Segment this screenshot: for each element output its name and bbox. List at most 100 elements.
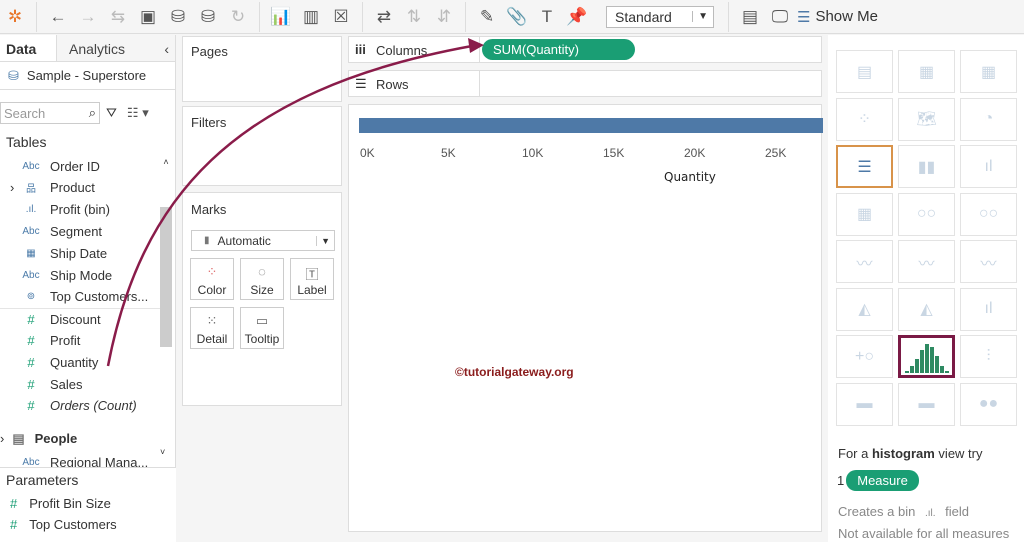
stacked-bars-thumbnail[interactable]: ▮▮ <box>898 145 955 188</box>
quantity-bar[interactable] <box>359 118 823 133</box>
size-button[interactable]: ◌ Size <box>240 258 284 300</box>
collapse-icon[interactable]: ‹ <box>164 41 169 57</box>
detail-button[interactable]: ⁙ Detail <box>190 307 234 349</box>
parameter-item[interactable]: # Profit Bin Size <box>0 492 176 515</box>
label-icon[interactable]: T <box>534 4 560 30</box>
sort-asc-icon[interactable]: ⇅ <box>401 4 427 30</box>
swap-icon[interactable]: ⇄ <box>371 4 397 30</box>
gantt-chart-thumbnail[interactable]: ▬ <box>836 382 893 426</box>
field-item[interactable]: Abc Order ID <box>0 155 160 177</box>
color-button[interactable]: ⁘ Color <box>190 258 234 300</box>
search-placeholder: Search <box>4 105 46 121</box>
show-me-button[interactable]: ☰ Show Me <box>797 8 878 26</box>
scrollbar[interactable]: ˄ ˅ <box>160 157 172 457</box>
area-discrete-thumbnail[interactable]: ◭ <box>898 287 955 331</box>
box-plot-thumbnail[interactable]: ⫶ <box>960 335 1017 378</box>
view-canvas[interactable]: 0K 5K 10K 15K 20K 25K Quantity ©tutorialgatew… <box>348 104 823 532</box>
measure-count: 1 <box>837 473 845 488</box>
pin-icon[interactable]: 📌 <box>564 4 590 30</box>
not-available-text: Not available for all measures <box>838 526 1010 541</box>
treemap-icon: ▦ <box>856 206 873 223</box>
label-button[interactable]: 🅃 Label <box>290 258 334 300</box>
refresh-icon[interactable]: ↻ <box>225 4 251 30</box>
field-item[interactable]: Abc Segment <box>0 220 160 242</box>
tableau-logo-icon[interactable]: ✲ <box>2 4 28 30</box>
field-item[interactable]: # Discount <box>0 307 160 330</box>
datasource[interactable]: ⛁ Sample - Superstore <box>0 62 175 90</box>
columns-icon: iii <box>355 42 366 57</box>
replay-icon[interactable]: ⇆ <box>105 4 131 30</box>
mark-type-select[interactable]: ▮ Automatic ▼ <box>191 230 335 251</box>
scatter-plot-thumbnail[interactable]: +○ <box>836 335 893 378</box>
histogram-bar <box>914 358 919 374</box>
detail-icon: ⁙ <box>206 313 218 328</box>
packed-bubbles-thumbnail[interactable]: ●● <box>960 382 1017 426</box>
field-item[interactable]: # Quantity <box>0 351 160 373</box>
string-icon: Abc <box>22 225 40 237</box>
histogram-thumbnail[interactable] <box>898 335 955 378</box>
bullet-graph-thumbnail[interactable]: ▬ <box>898 382 955 426</box>
parameter-item[interactable]: # Top Customers <box>0 515 176 534</box>
save-icon[interactable]: ▣ <box>135 4 161 30</box>
table-people[interactable]: › ▤ People <box>0 431 77 447</box>
histogram-bar <box>934 355 939 374</box>
filter-icon[interactable]: ⛛ <box>106 105 117 121</box>
filters-card[interactable]: Filters <box>182 106 342 186</box>
field-item[interactable]: › 品 Product <box>0 177 160 199</box>
histogram-bar <box>944 370 949 374</box>
field-item[interactable]: ⊚ Top Customers... <box>0 286 160 308</box>
pause-updates-icon[interactable]: ⛁ <box>195 4 221 30</box>
circle-views-thumbnail[interactable]: ○○ <box>898 192 955 236</box>
clear-sheet-icon[interactable]: ☒ <box>328 4 354 30</box>
field-item[interactable]: # Orders (Count) <box>0 395 160 417</box>
dual-lines-thumbnail[interactable]: 〰 <box>960 240 1017 283</box>
filled-map-thumbnail[interactable]: 🗺 <box>898 97 955 141</box>
sum-quantity-pill[interactable]: SUM(Quantity) <box>482 39 635 60</box>
tab-data[interactable]: Data <box>0 35 56 61</box>
pie-chart-thumbnail[interactable]: ◔ <box>960 97 1017 141</box>
bar-icon: ▮ <box>204 235 210 246</box>
new-datasource-icon[interactable]: ⛁ <box>165 4 191 30</box>
field-item[interactable]: Abc Ship Mode <box>0 264 160 286</box>
field-item[interactable]: # Sales <box>0 373 160 395</box>
side-by-side-bars-thumbnail[interactable]: ıl <box>960 145 1017 188</box>
presentation-icon[interactable]: 🖵 <box>767 4 793 30</box>
new-worksheet-icon[interactable]: 📊 <box>268 4 294 30</box>
tab-analytics[interactable]: Analytics ‹ <box>56 35 175 61</box>
area-continuous-thumbnail[interactable]: ◭ <box>836 287 893 331</box>
search-input[interactable]: Search ⌕ <box>0 102 100 124</box>
duplicate-sheet-icon[interactable]: ▥ <box>298 4 324 30</box>
heat-map-thumbnail[interactable]: ▦ <box>898 50 955 93</box>
columns-shelf[interactable]: iii Columns SUM(Quantity) <box>348 36 822 63</box>
treemap-thumbnail[interactable]: ▦ <box>836 192 893 236</box>
sort-desc-icon[interactable]: ⇵ <box>431 4 457 30</box>
datasource-icon: ⛁ <box>8 67 19 83</box>
side-by-side-circles-thumbnail[interactable]: ○○ <box>960 192 1017 236</box>
discrete-lines-thumbnail[interactable]: 〰 <box>898 240 955 283</box>
horizontal-bars-thumbnail[interactable]: ☰ <box>836 145 893 188</box>
field-name: Top Customers... <box>50 289 149 305</box>
highlight-icon[interactable]: ✎ <box>474 4 500 30</box>
rows-shelf[interactable]: ☰ Rows <box>348 70 822 97</box>
cards-icon[interactable]: ▤ <box>737 4 763 30</box>
view-list-icon[interactable]: ☷ ▾ <box>127 105 149 121</box>
text-table-thumbnail[interactable]: ▤ <box>836 50 893 93</box>
redo-icon[interactable]: → <box>75 4 101 30</box>
toolbar: ✲ ← → ⇆ ▣ ⛁ ⛁ ↻ 📊 ▥ ☒ ⇄ ⇅ ⇵ ✎ 📎 T 📌 Stan… <box>0 0 1024 34</box>
fit-select[interactable]: Standard ▼ <box>606 5 714 28</box>
attach-icon[interactable]: 📎 <box>504 4 530 30</box>
undo-icon[interactable]: ← <box>45 4 71 30</box>
symbol-map-thumbnail[interactable]: ⁘ <box>836 97 893 141</box>
filters-title: Filters <box>191 115 227 130</box>
scrollbar-thumb[interactable] <box>160 207 172 347</box>
histogram-bar <box>939 366 944 374</box>
field-item[interactable]: # Profit <box>0 329 160 351</box>
size-label: Size <box>250 283 274 297</box>
highlight-table-thumbnail[interactable]: ▦ <box>960 50 1017 93</box>
continuous-lines-thumbnail[interactable]: 〰 <box>836 240 893 283</box>
tooltip-button[interactable]: ▭ Tooltip <box>240 307 284 349</box>
pages-card[interactable]: Pages <box>182 36 342 102</box>
field-item[interactable]: .ıl. Profit (bin) <box>0 199 160 221</box>
field-item[interactable]: ▦ Ship Date <box>0 242 160 264</box>
dual-combination-thumbnail[interactable]: ıl <box>960 287 1017 331</box>
